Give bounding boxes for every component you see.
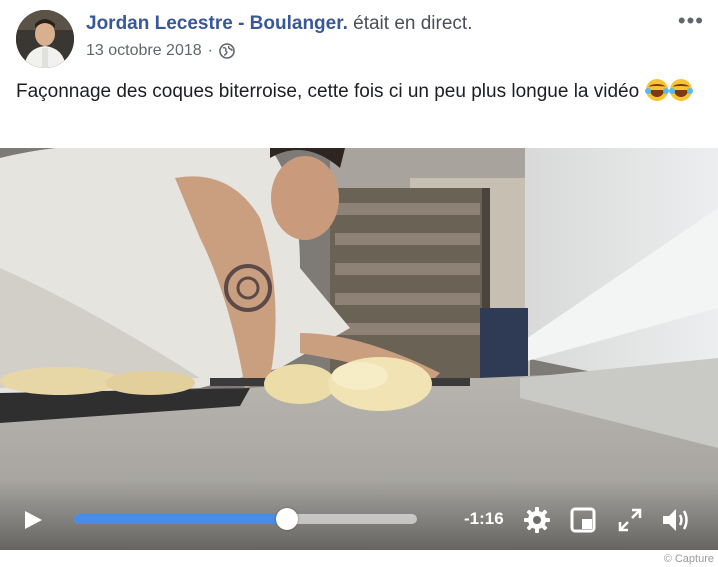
post-header: Jordan Lecestre - Boulanger. était en di… bbox=[0, 0, 718, 72]
meta-separator: · bbox=[207, 42, 213, 59]
progress-handle[interactable] bbox=[275, 508, 298, 530]
fullscreen-icon[interactable] bbox=[618, 508, 642, 537]
time-remaining: -1:16 bbox=[464, 509, 504, 528]
author-line: Jordan Lecestre - Boulanger. était en di… bbox=[86, 13, 472, 35]
progress-bar[interactable] bbox=[74, 508, 417, 530]
progress-fill bbox=[74, 514, 287, 524]
globe-icon[interactable] bbox=[219, 43, 235, 59]
author-avatar[interactable] bbox=[16, 10, 74, 68]
play-icon[interactable] bbox=[22, 509, 44, 536]
tears-of-joy-emoji bbox=[669, 79, 694, 101]
miniplayer-icon[interactable] bbox=[570, 507, 596, 538]
settings-icon[interactable] bbox=[523, 506, 551, 539]
post-date[interactable]: 13 octobre 2018 bbox=[86, 42, 202, 60]
post-text: Façonnage des coques biterroise, cette f… bbox=[16, 78, 696, 106]
post-meta: 13 octobre 2018 · bbox=[86, 42, 235, 60]
author-name[interactable]: Jordan Lecestre - Boulanger. bbox=[86, 13, 348, 34]
photo-credit: © Capture bbox=[663, 553, 714, 565]
video-player[interactable]: -1:16 bbox=[0, 148, 718, 550]
post-action: était en direct. bbox=[353, 13, 473, 34]
post-message: Façonnage des coques biterroise, cette f… bbox=[16, 81, 640, 102]
more-options-icon[interactable]: ••• bbox=[678, 8, 704, 34]
volume-icon[interactable] bbox=[661, 506, 691, 539]
tears-of-joy-emoji bbox=[645, 79, 670, 101]
